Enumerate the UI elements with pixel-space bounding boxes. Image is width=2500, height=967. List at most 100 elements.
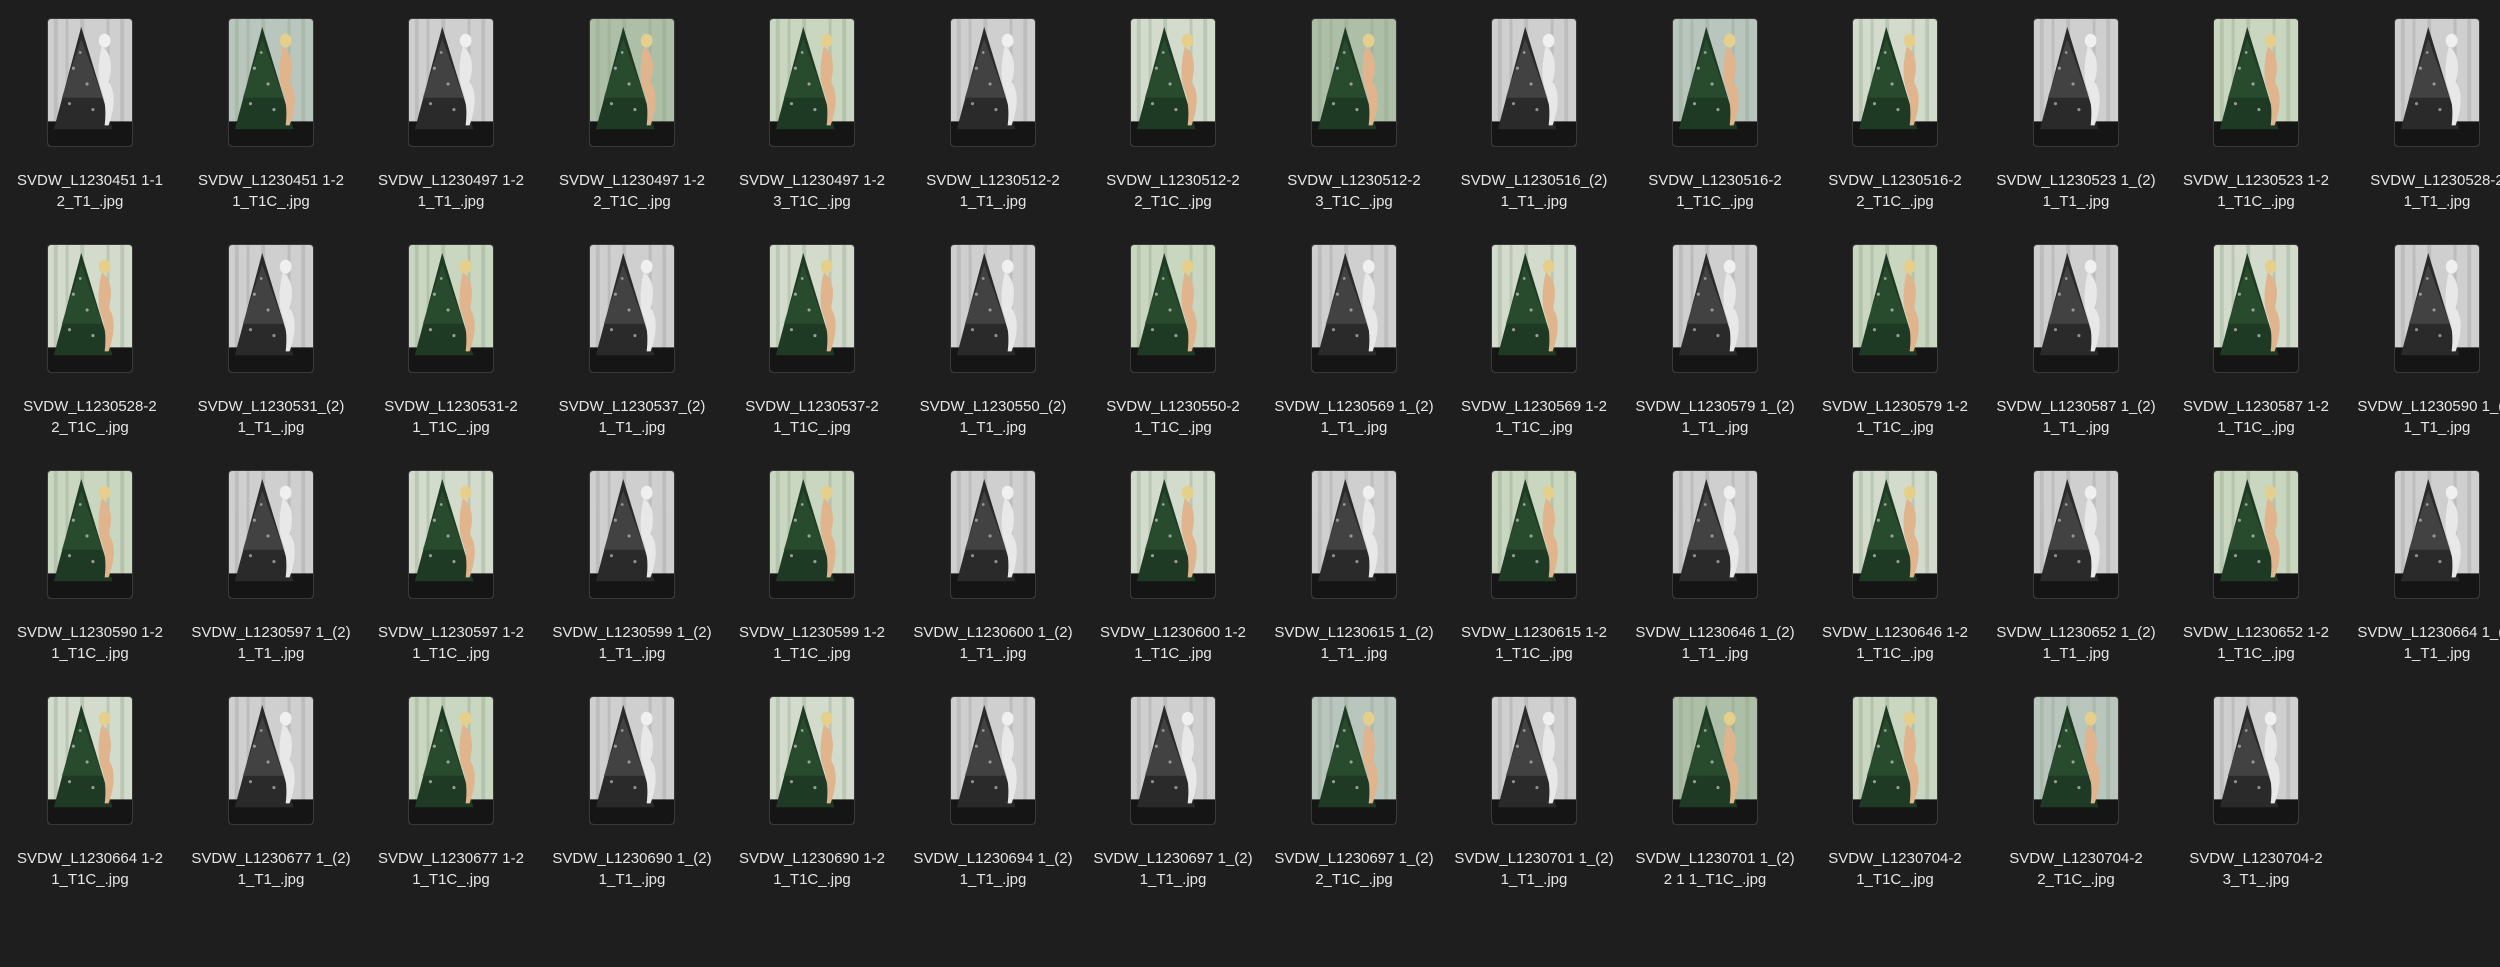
file-name[interactable]: SVDW_L1230704-2 3_T1_.jpg [2166, 848, 2346, 890]
image-thumbnail[interactable] [2394, 470, 2480, 599]
image-thumbnail[interactable] [228, 470, 314, 599]
image-thumbnail[interactable] [408, 18, 494, 147]
image-thumbnail[interactable] [228, 18, 314, 147]
image-thumbnail[interactable] [589, 470, 675, 599]
file-name[interactable]: SVDW_L1230579 1-2 1_T1C_.jpg [1805, 396, 1985, 438]
image-thumbnail[interactable] [1491, 18, 1577, 147]
file-item[interactable]: SVDW_L1230590 1_(2) 1_T1_.jpg [2347, 244, 2500, 470]
file-item[interactable]: SVDW_L1230664 1-2 1_T1C_.jpg [0, 696, 180, 922]
file-name[interactable]: SVDW_L1230531_(2) 1_T1_.jpg [181, 396, 361, 438]
file-item[interactable]: SVDW_L1230694 1_(2) 1_T1_.jpg [903, 696, 1083, 922]
file-name[interactable]: SVDW_L1230615 1_(2) 1_T1_.jpg [1264, 622, 1444, 664]
file-item[interactable]: SVDW_L1230677 1_(2) 1_T1_.jpg [181, 696, 361, 922]
file-name[interactable]: SVDW_L1230600 1_(2) 1_T1_.jpg [903, 622, 1083, 664]
file-name[interactable]: SVDW_L1230516-2 2_T1C_.jpg [1805, 170, 1985, 212]
file-item[interactable]: SVDW_L1230587 1-2 1_T1C_.jpg [2166, 244, 2346, 470]
image-thumbnail[interactable] [769, 696, 855, 825]
file-name[interactable]: SVDW_L1230569 1_(2) 1_T1_.jpg [1264, 396, 1444, 438]
file-item[interactable]: SVDW_L1230451 1-1 2_T1_.jpg [0, 18, 180, 244]
file-name[interactable]: SVDW_L1230579 1_(2) 1_T1_.jpg [1625, 396, 1805, 438]
file-name[interactable]: SVDW_L1230587 1-2 1_T1C_.jpg [2166, 396, 2346, 438]
image-thumbnail[interactable] [228, 244, 314, 373]
file-item[interactable]: SVDW_L1230451 1-2 1_T1C_.jpg [181, 18, 361, 244]
image-thumbnail[interactable] [1672, 244, 1758, 373]
file-item[interactable]: SVDW_L1230677 1-2 1_T1C_.jpg [361, 696, 541, 922]
file-name[interactable]: SVDW_L1230615 1-2 1_T1C_.jpg [1444, 622, 1624, 664]
image-thumbnail[interactable] [1130, 470, 1216, 599]
file-item[interactable]: SVDW_L1230599 1_(2) 1_T1_.jpg [542, 470, 722, 696]
image-thumbnail[interactable] [950, 244, 1036, 373]
file-name[interactable]: SVDW_L1230652 1-2 1_T1C_.jpg [2166, 622, 2346, 664]
file-name[interactable]: SVDW_L1230528-2 2_T1C_.jpg [0, 396, 180, 438]
file-name[interactable]: SVDW_L1230597 1-2 1_T1C_.jpg [361, 622, 541, 664]
file-item[interactable]: SVDW_L1230597 1-2 1_T1C_.jpg [361, 470, 541, 696]
file-item[interactable]: SVDW_L1230690 1-2 1_T1C_.jpg [722, 696, 902, 922]
image-thumbnail[interactable] [950, 696, 1036, 825]
file-item[interactable]: SVDW_L1230512-2 2_T1C_.jpg [1083, 18, 1263, 244]
file-item[interactable]: SVDW_L1230704-2 2_T1C_.jpg [1986, 696, 2166, 922]
file-item[interactable]: SVDW_L1230523 1_(2) 1_T1_.jpg [1986, 18, 2166, 244]
file-name[interactable]: SVDW_L1230516-2 1_T1C_.jpg [1625, 170, 1805, 212]
image-thumbnail[interactable] [1672, 18, 1758, 147]
image-thumbnail[interactable] [408, 244, 494, 373]
image-thumbnail[interactable] [47, 696, 133, 825]
file-item[interactable]: SVDW_L1230550_(2) 1_T1_.jpg [903, 244, 1083, 470]
file-name[interactable]: SVDW_L1230646 1-2 1_T1C_.jpg [1805, 622, 1985, 664]
file-name[interactable]: SVDW_L1230600 1-2 1_T1C_.jpg [1083, 622, 1263, 664]
image-thumbnail[interactable] [589, 696, 675, 825]
file-item[interactable]: SVDW_L1230537-2 1_T1C_.jpg [722, 244, 902, 470]
file-item[interactable]: SVDW_L1230597 1_(2) 1_T1_.jpg [181, 470, 361, 696]
file-name[interactable]: SVDW_L1230523 1-2 1_T1C_.jpg [2166, 170, 2346, 212]
image-thumbnail[interactable] [2213, 470, 2299, 599]
file-name[interactable]: SVDW_L1230497 1-2 1_T1_.jpg [361, 170, 541, 212]
image-thumbnail[interactable] [228, 696, 314, 825]
file-item[interactable]: SVDW_L1230704-2 3_T1_.jpg [2166, 696, 2346, 922]
file-name[interactable]: SVDW_L1230677 1-2 1_T1C_.jpg [361, 848, 541, 890]
file-item[interactable]: SVDW_L1230579 1-2 1_T1C_.jpg [1805, 244, 1985, 470]
file-item[interactable]: SVDW_L1230615 1-2 1_T1C_.jpg [1444, 470, 1624, 696]
image-thumbnail[interactable] [47, 244, 133, 373]
file-name[interactable]: SVDW_L1230690 1-2 1_T1C_.jpg [722, 848, 902, 890]
file-item[interactable]: SVDW_L1230652 1_(2) 1_T1_.jpg [1986, 470, 2166, 696]
image-thumbnail[interactable] [2213, 696, 2299, 825]
file-name[interactable]: SVDW_L1230569 1-2 1_T1C_.jpg [1444, 396, 1624, 438]
file-item[interactable]: SVDW_L1230569 1_(2) 1_T1_.jpg [1264, 244, 1444, 470]
image-thumbnail[interactable] [1130, 18, 1216, 147]
image-thumbnail[interactable] [408, 470, 494, 599]
image-thumbnail[interactable] [2033, 18, 2119, 147]
image-thumbnail[interactable] [1852, 470, 1938, 599]
file-name[interactable]: SVDW_L1230587 1_(2) 1_T1_.jpg [1986, 396, 2166, 438]
image-thumbnail[interactable] [1852, 18, 1938, 147]
file-item[interactable]: SVDW_L1230646 1-2 1_T1C_.jpg [1805, 470, 1985, 696]
image-thumbnail[interactable] [2033, 696, 2119, 825]
file-item[interactable]: SVDW_L1230646 1_(2) 1_T1_.jpg [1625, 470, 1805, 696]
image-thumbnail[interactable] [1491, 696, 1577, 825]
image-thumbnail[interactable] [950, 18, 1036, 147]
file-name[interactable]: SVDW_L1230701 1_(2) 2 1 1_T1C_.jpg [1625, 848, 1805, 890]
file-item[interactable]: SVDW_L1230528-2 1_T1_.jpg [2347, 18, 2500, 244]
file-name[interactable]: SVDW_L1230664 1_(2) 1_T1_.jpg [2347, 622, 2500, 664]
file-name[interactable]: SVDW_L1230590 1_(2) 1_T1_.jpg [2347, 396, 2500, 438]
file-item[interactable]: SVDW_L1230697 1_(2) 1_T1_.jpg [1083, 696, 1263, 922]
file-name[interactable]: SVDW_L1230652 1_(2) 1_T1_.jpg [1986, 622, 2166, 664]
image-thumbnail[interactable] [950, 470, 1036, 599]
image-thumbnail[interactable] [1311, 470, 1397, 599]
image-thumbnail[interactable] [1852, 244, 1938, 373]
file-name[interactable]: SVDW_L1230690 1_(2) 1_T1_.jpg [542, 848, 722, 890]
image-thumbnail[interactable] [1491, 470, 1577, 599]
file-name[interactable]: SVDW_L1230697 1_(2) 1_T1_.jpg [1083, 848, 1263, 890]
file-name[interactable]: SVDW_L1230512-2 2_T1C_.jpg [1083, 170, 1263, 212]
file-name[interactable]: SVDW_L1230597 1_(2) 1_T1_.jpg [181, 622, 361, 664]
image-thumbnail[interactable] [589, 18, 675, 147]
image-thumbnail[interactable] [47, 470, 133, 599]
file-item[interactable]: SVDW_L1230550-2 1_T1C_.jpg [1083, 244, 1263, 470]
file-item[interactable]: SVDW_L1230537_(2) 1_T1_.jpg [542, 244, 722, 470]
file-name[interactable]: SVDW_L1230523 1_(2) 1_T1_.jpg [1986, 170, 2166, 212]
file-name[interactable]: SVDW_L1230550-2 1_T1C_.jpg [1083, 396, 1263, 438]
file-name[interactable]: SVDW_L1230701 1_(2) 1_T1_.jpg [1444, 848, 1624, 890]
file-item[interactable]: SVDW_L1230579 1_(2) 1_T1_.jpg [1625, 244, 1805, 470]
file-name[interactable]: SVDW_L1230590 1-2 1_T1C_.jpg [0, 622, 180, 664]
image-thumbnail[interactable] [1311, 696, 1397, 825]
file-item[interactable]: SVDW_L1230512-2 1_T1_.jpg [903, 18, 1083, 244]
file-name[interactable]: SVDW_L1230537_(2) 1_T1_.jpg [542, 396, 722, 438]
